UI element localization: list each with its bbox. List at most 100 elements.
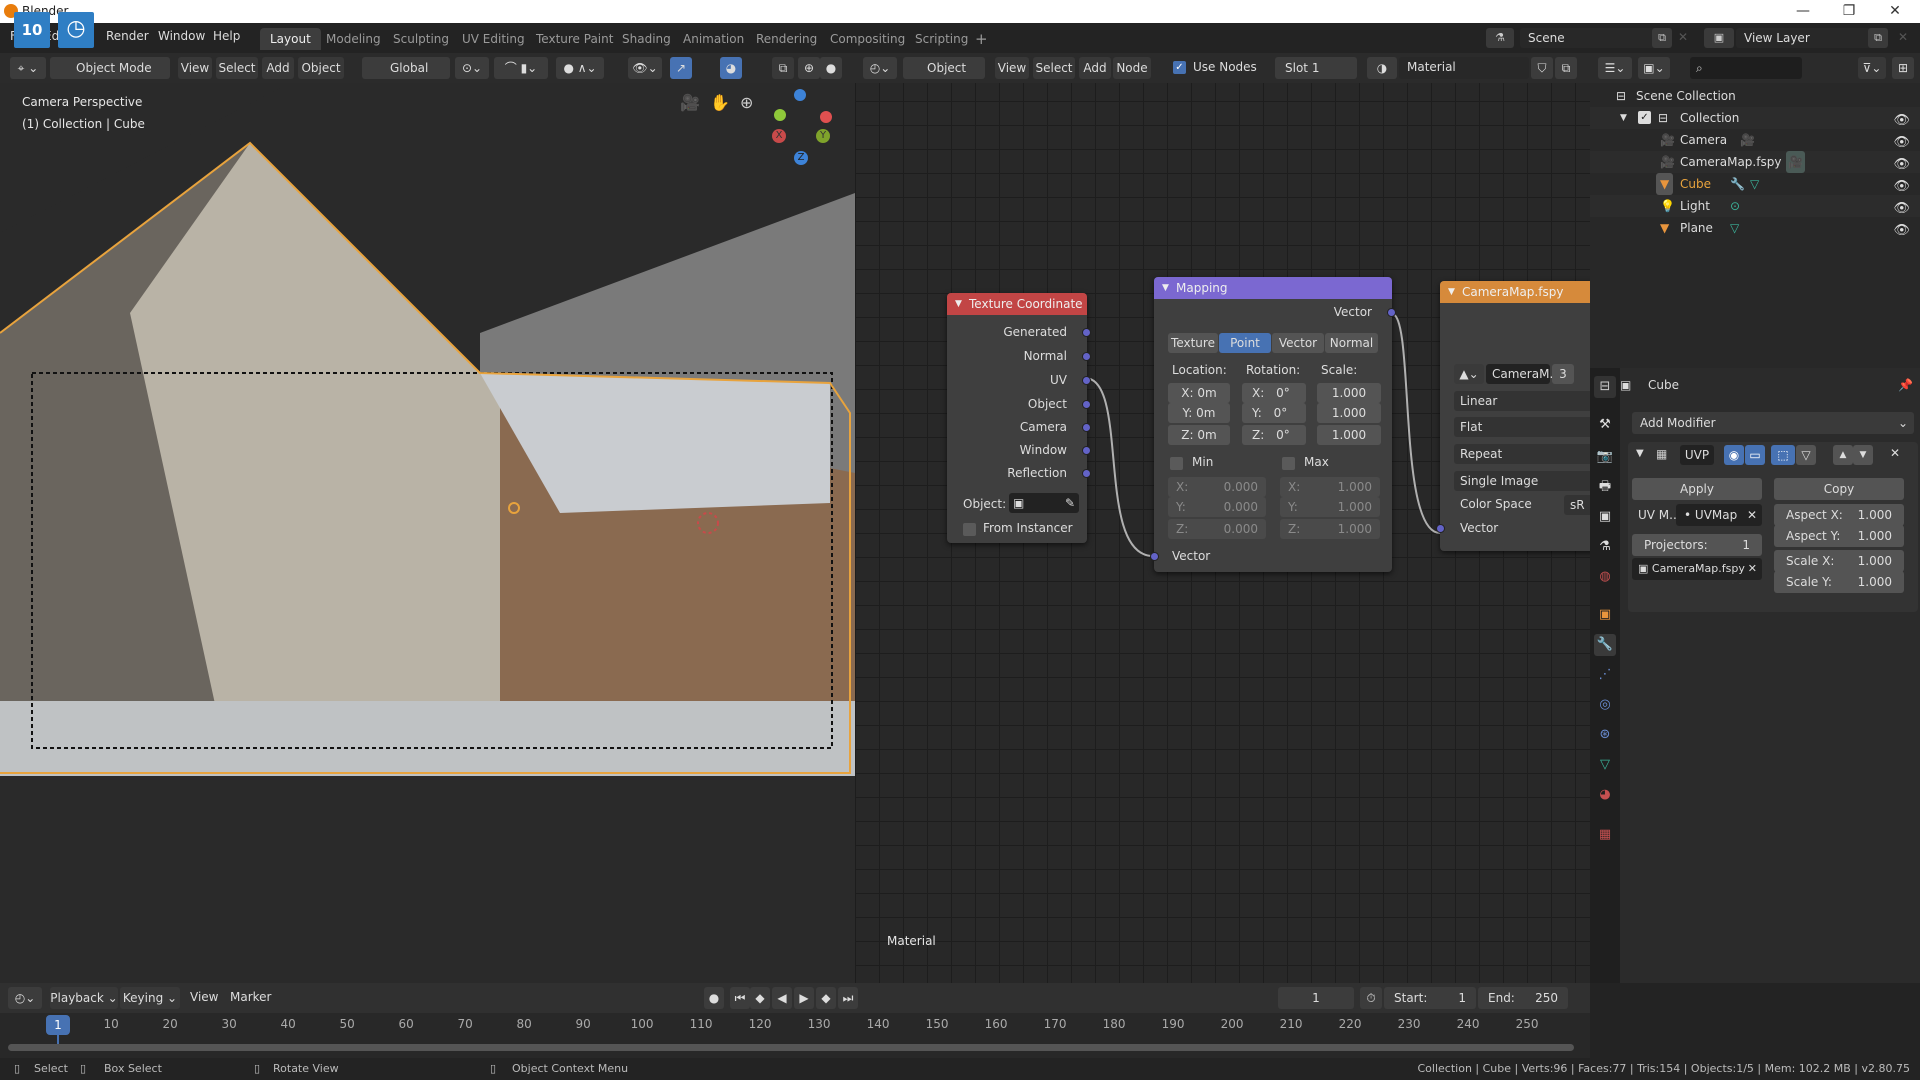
overlay-toggle[interactable]: ◕ [720, 57, 742, 79]
prev-keyframe-button[interactable]: ◆ [750, 987, 770, 1009]
scale-y-field[interactable]: 1.000 [1317, 403, 1381, 423]
min-y-field[interactable]: Y: 0.000 [1168, 497, 1266, 517]
projectors-field[interactable]: Projectors: 1 [1632, 534, 1762, 556]
image-name-field[interactable]: CameraM.. [1486, 364, 1557, 384]
expand-icon[interactable]: ▼ [1620, 107, 1627, 129]
timeline[interactable]: ◴⌄ Playback ⌄ Keying ⌄ View Marker ● ⏮ ◆… [0, 983, 1590, 1063]
delete-scene-icon[interactable]: ✕ [1678, 30, 1688, 44]
location-y-field[interactable]: Y: 0m [1168, 403, 1230, 423]
tab-physics[interactable]: ◎ [1594, 694, 1616, 716]
collapse-icon[interactable]: ▼ [1448, 281, 1455, 303]
camera-data-icon[interactable]: 🎥 [1786, 151, 1805, 173]
location-x-field[interactable]: X: 0m [1168, 383, 1230, 403]
gizmo-neg-x[interactable] [820, 111, 832, 123]
mesh-data-icon[interactable]: ▽ [1750, 173, 1759, 195]
render-toggle-icon[interactable]: ◉ [1724, 445, 1744, 465]
socket-normal[interactable] [1082, 352, 1091, 361]
display-mode-dropdown[interactable]: ☰⌄ [1598, 57, 1632, 79]
wireframe-shading-button[interactable]: ⊕ [798, 57, 820, 79]
close-button[interactable]: ✕ [1872, 0, 1918, 23]
menu-window[interactable]: Window [158, 29, 205, 43]
minimize-button[interactable]: — [1780, 0, 1826, 23]
move-down-button[interactable]: ▼ [1853, 445, 1873, 465]
projection-dropdown[interactable]: Flat [1454, 417, 1590, 437]
object-menu[interactable]: Object [298, 57, 344, 79]
editor-type-button[interactable]: ⌖ ⌄ [10, 57, 46, 79]
tab-constraints[interactable]: ⊛ [1594, 724, 1616, 746]
editor-type-button[interactable]: ◴⌄ [8, 987, 42, 1009]
filter-dropdown[interactable]: ⊽⌄ [1858, 57, 1886, 79]
scale-y-field[interactable]: Scale Y: 1.000 [1774, 571, 1904, 593]
socket-generated[interactable] [1082, 328, 1091, 337]
image-browse-icon[interactable]: ▲⌄ [1454, 364, 1484, 384]
outliner-item-cube[interactable]: ▼ Cube 🔧 ▽ 👁 [1590, 173, 1920, 195]
tab-render[interactable]: 📷 [1594, 446, 1616, 468]
gizmo-y[interactable]: Y [816, 129, 830, 143]
tab-material[interactable]: ◕ [1594, 784, 1616, 806]
tab-scene[interactable]: ⚗ [1594, 536, 1616, 558]
eyedropper-icon[interactable]: ✎ [1065, 493, 1079, 513]
add-modifier-dropdown[interactable]: Add Modifier ⌄ [1632, 412, 1914, 434]
maximize-button[interactable]: ❐ [1826, 0, 1872, 23]
outliner-item-camera[interactable]: 🎥 Camera 🎥 👁 [1590, 129, 1920, 151]
snap-toggle[interactable]: ⌒ ▮⌄ [494, 57, 548, 79]
eye-icon[interactable]: 👁 [1893, 220, 1910, 242]
scene-field[interactable]: Scene [1520, 28, 1670, 48]
camera-data-icon[interactable]: 🎥 [1740, 129, 1755, 151]
tab-modifiers[interactable]: 🔧 [1594, 634, 1616, 656]
menu-help[interactable]: Help [213, 29, 240, 43]
rotation-z-field[interactable]: Z: 0° [1242, 425, 1306, 445]
solid-shading-button[interactable]: ● [820, 57, 842, 79]
collapse-icon[interactable]: ▼ [1162, 277, 1169, 299]
cage-toggle-icon[interactable]: ▽ [1796, 445, 1816, 465]
socket-camera[interactable] [1082, 423, 1091, 432]
rotation-y-field[interactable]: Y: 0° [1242, 403, 1306, 423]
visibility-dropdown[interactable]: 👁⌄ [628, 57, 662, 79]
jump-end-button[interactable]: ⏭ [838, 987, 858, 1009]
texture-coordinate-node[interactable]: ▼ Texture Coordinate Generated Normal UV … [947, 293, 1091, 543]
tab-compositing[interactable]: Compositing [820, 28, 915, 50]
outliner-item-plane[interactable]: ▼ Plane ▽ 👁 [1590, 217, 1920, 239]
preview-range-icon[interactable]: ⏱ [1360, 987, 1382, 1009]
tab-uv-editing[interactable]: UV Editing [452, 28, 535, 50]
socket-vector-in[interactable] [1436, 524, 1445, 533]
gizmo-x[interactable]: X [772, 129, 786, 143]
socket-vector-out[interactable] [1387, 308, 1396, 317]
modifier-wrench-icon[interactable]: 🔧 [1730, 173, 1745, 195]
outliner-collection[interactable]: ▼ ✓ ⊟ Collection 👁 [1590, 107, 1920, 129]
tab-sculpting[interactable]: Sculpting [383, 28, 459, 50]
new-view-layer-icon[interactable]: ⧉ [1868, 28, 1888, 48]
keying-menu[interactable]: Keying ⌄ [120, 987, 180, 1009]
current-frame-field[interactable]: 1 [1278, 987, 1354, 1009]
view-layer-field[interactable]: View Layer [1736, 28, 1886, 48]
type-point-button[interactable]: Point [1219, 333, 1271, 353]
new-scene-icon[interactable]: ⧉ [1652, 28, 1672, 48]
outliner[interactable]: ☰⌄ ▣⌄ ⌕ ⊽⌄ ⊞ ⊟ Scene Collection ▼ ✓ ⊟ Co… [1590, 53, 1920, 368]
editor-type-button[interactable]: ⊟ [1594, 376, 1616, 398]
replay-10-icon[interactable]: 10 [14, 12, 50, 48]
object-field[interactable]: ▣ ✎ [1009, 493, 1079, 513]
image-texture-node[interactable]: ▼ CameraMap.fspy ▲⌄ CameraM.. 3 Linear Fl… [1436, 281, 1590, 551]
min-checkbox[interactable] [1170, 457, 1183, 470]
type-texture-button[interactable]: Texture [1168, 333, 1218, 353]
max-y-field[interactable]: Y: 1.000 [1280, 497, 1380, 517]
tab-animation[interactable]: Animation [673, 28, 754, 50]
shader-node-editor[interactable]: ◴⌄ Object View Select Add Node ✓ Use Nod… [855, 53, 1590, 983]
socket-vector-in[interactable] [1150, 552, 1159, 561]
color-space-dropdown[interactable]: sR [1564, 495, 1590, 515]
extension-dropdown[interactable]: Repeat [1454, 444, 1590, 464]
max-x-field[interactable]: X: 1.000 [1280, 477, 1380, 497]
move-up-button[interactable]: ▲ [1833, 445, 1853, 465]
scene-selector-icon[interactable]: ⚗ [1486, 28, 1514, 48]
next-keyframe-button[interactable]: ◆ [816, 987, 836, 1009]
node-header[interactable]: ▼ CameraMap.fspy [1440, 281, 1590, 303]
end-frame-field[interactable]: End: 250 [1478, 987, 1568, 1009]
tab-data[interactable]: ▽ [1594, 754, 1616, 776]
modifier-name-field[interactable]: UVP [1680, 445, 1714, 465]
viewport-canvas[interactable]: Camera Perspective (1) Collection | Cube… [0, 83, 855, 983]
timeline-view-menu[interactable]: View [190, 990, 218, 1004]
node-header[interactable]: ▼ Texture Coordinate [947, 293, 1087, 315]
view-layer-icon[interactable]: ▣ [1704, 28, 1734, 48]
jump-start-button[interactable]: ⏮ [730, 987, 750, 1009]
clock-icon[interactable]: ◷ [58, 12, 94, 48]
